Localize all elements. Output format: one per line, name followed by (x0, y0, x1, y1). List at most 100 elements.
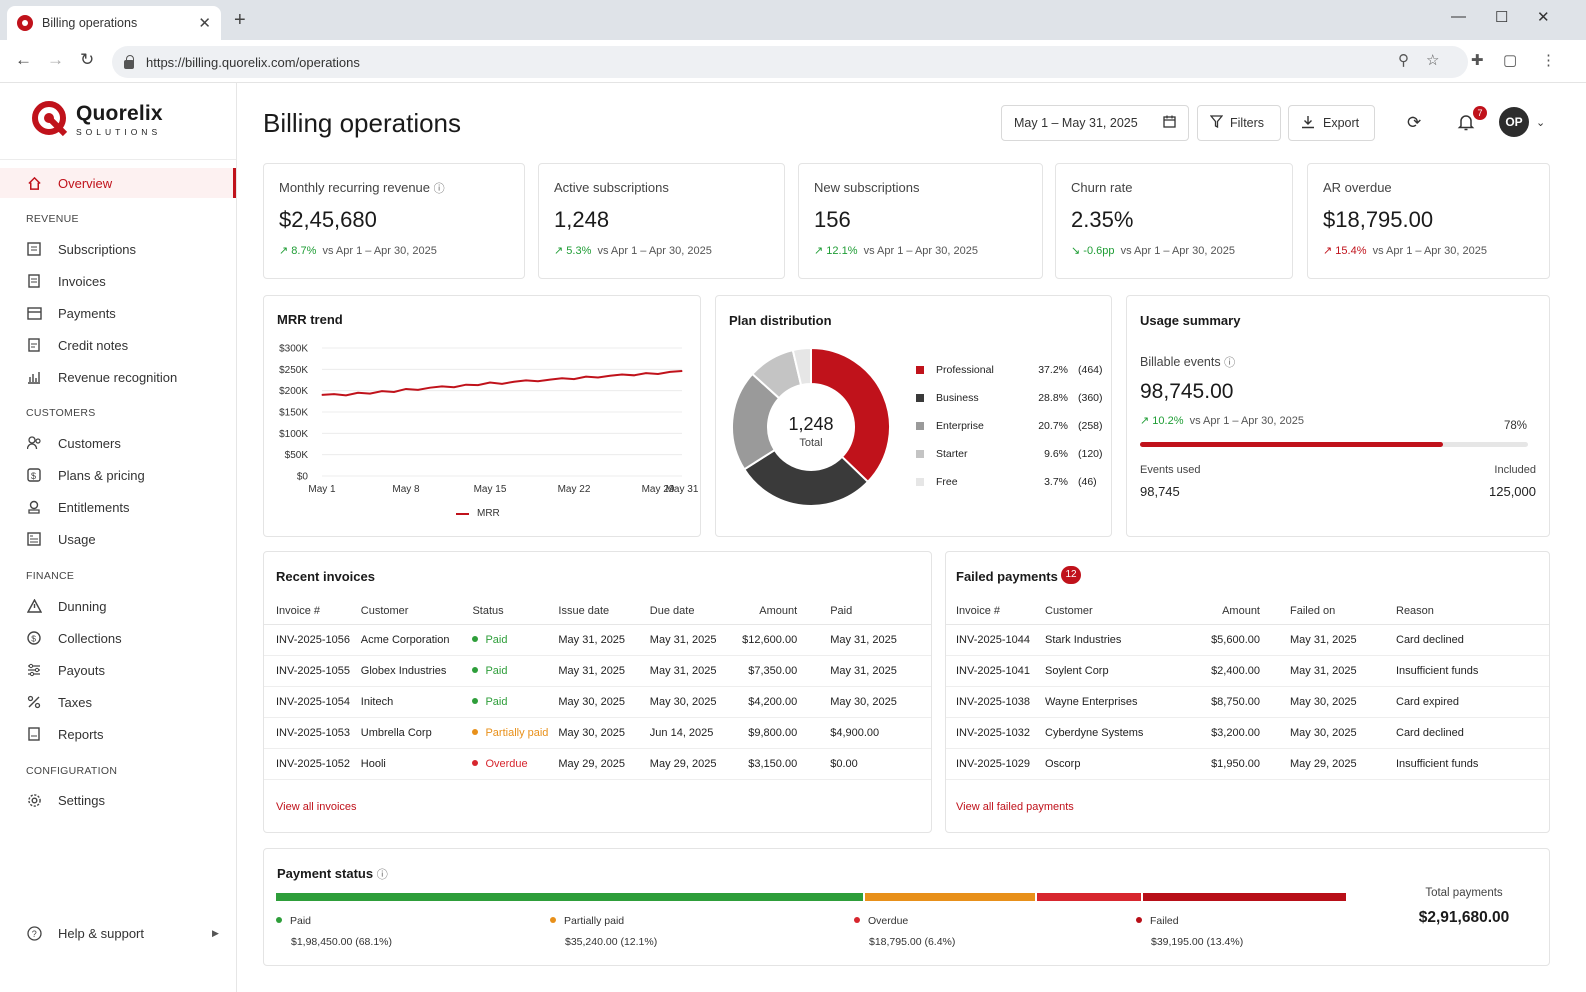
table-row[interactable]: INV-2025-1052 Hooli Overdue May 29, 2025 May… (264, 748, 931, 780)
minimize-icon[interactable]: — (1451, 8, 1466, 25)
help-support[interactable]: ? Help & support ▶ (0, 918, 236, 948)
sidebar-item-payments[interactable]: Payments (0, 298, 236, 328)
sidebar-item-taxes[interactable]: Taxes (0, 687, 236, 717)
column-header[interactable]: Issue date (558, 598, 650, 625)
status-badge: Overdue (485, 757, 528, 770)
reload-icon[interactable]: ↻ (80, 50, 94, 70)
status-segment-paid[interactable] (276, 893, 864, 901)
legend-item-professional[interactable]: Professional 37.2% (464) (916, 364, 1103, 376)
menu-icon[interactable]: ⋮ (1541, 51, 1556, 69)
percent-icon (26, 694, 42, 710)
brand-logo[interactable]: Quorelix SOLUTIONS (32, 101, 163, 137)
sidepanel-icon[interactable]: ▢ (1503, 51, 1517, 69)
browser-tab[interactable]: Billing operations ✕ (7, 6, 221, 40)
sidebar-item-customers[interactable]: Customers (0, 428, 236, 458)
table-row[interactable]: INV-2025-1054 Initech Paid May 30, 2025 May … (264, 686, 931, 718)
sidebar-item-entitlements[interactable]: Entitlements (0, 492, 236, 522)
close-window-icon[interactable]: ✕ (1537, 8, 1550, 26)
status-segment-overdue[interactable] (1036, 893, 1142, 901)
mrr-data-point (405, 388, 407, 390)
maximize-icon[interactable]: ☐ (1495, 8, 1508, 26)
legend-dot (854, 917, 860, 923)
sidebar-item-collections[interactable]: $ Collections (0, 623, 236, 653)
column-header[interactable]: Paid (830, 598, 931, 625)
column-header[interactable]: Status (472, 598, 559, 625)
legend-percent: 37.2% (1038, 364, 1068, 376)
sidebar-item-settings[interactable]: Settings (0, 785, 236, 815)
refresh-icon[interactable]: ⟳ (1407, 113, 1421, 133)
column-header[interactable]: Reason (1396, 598, 1549, 625)
translate-icon[interactable]: ⚲ (1398, 51, 1409, 69)
table-row[interactable]: INV-2025-1029 Oscorp $1,950.00 May 29, 2025… (946, 748, 1549, 780)
url-bar[interactable]: https://billing.quorelix.com/operations (112, 46, 1468, 78)
invoices-table: Invoice # Customer Status Issue date Due dat… (264, 598, 931, 780)
sidebar-item-revenue-recognition[interactable]: Revenue recognition (0, 362, 236, 392)
column-header[interactable]: Amount (742, 598, 831, 625)
column-header[interactable]: Due date (649, 598, 743, 625)
column-header[interactable]: Failed on (1290, 598, 1396, 625)
table-row[interactable]: INV-2025-1044 Stark Industries $5,600.00 Ma… (946, 624, 1549, 656)
bookmark-star-icon[interactable]: ☆ (1426, 51, 1439, 69)
table-cell: Umbrella Corp (360, 717, 473, 749)
back-icon[interactable]: ← (15, 50, 32, 70)
kpi-compare: vs Apr 1 – Apr 30, 2025 (863, 245, 978, 257)
info-icon[interactable]: ⓘ (1224, 357, 1235, 369)
status-segment-failed[interactable] (1143, 893, 1346, 901)
usage-icon (26, 531, 42, 547)
filters-button[interactable]: Filters (1197, 105, 1281, 141)
new-tab-icon[interactable]: + (234, 9, 246, 32)
kpi-change: ↗ 15.4% vs Apr 1 – Apr 30, 2025 (1323, 244, 1487, 257)
sidebar-item-subscriptions[interactable]: Subscriptions (0, 234, 236, 264)
legend-name: Free (936, 476, 958, 488)
sidebar-item-payouts[interactable]: Payouts (0, 655, 236, 685)
table-row[interactable]: INV-2025-1055 Globex Industries Paid May 31… (264, 655, 931, 687)
bell-icon[interactable] (1457, 113, 1475, 136)
column-header[interactable]: Customer (1045, 598, 1198, 625)
legend-item-free[interactable]: Free 3.7% (46) (916, 476, 1097, 488)
close-tab-icon[interactable]: ✕ (198, 14, 211, 32)
info-icon[interactable]: ⓘ (434, 183, 445, 195)
sidebar-item-dunning[interactable]: Dunning (0, 591, 236, 621)
status-dot (472, 759, 479, 766)
column-header[interactable]: Invoice # (264, 598, 361, 625)
column-header[interactable]: Amount (1198, 598, 1290, 625)
arrow-up-icon: ↗ (814, 245, 824, 257)
table-row[interactable]: INV-2025-1032 Cyberdyne Systems $3,200.00 M… (946, 717, 1549, 749)
sidebar-item-overview[interactable]: Overview (0, 168, 236, 198)
status-cell: Paid (472, 624, 559, 656)
info-icon[interactable]: ⓘ (377, 869, 388, 881)
column-header[interactable]: Invoice # (946, 598, 1045, 625)
table-row[interactable]: INV-2025-1041 Soylent Corp $2,400.00 May 31… (946, 655, 1549, 687)
table-cell: $1,950.00 (1198, 748, 1290, 780)
export-button[interactable]: Export (1288, 105, 1375, 141)
chevron-down-icon[interactable]: ⌄ (1536, 116, 1545, 129)
sidebar-item-label: Plans & pricing (58, 467, 145, 483)
view-all-failed-link[interactable]: View all failed payments (956, 801, 1074, 813)
status-segment-partially-paid[interactable] (865, 893, 1035, 901)
extensions-icon[interactable]: ✚ (1471, 51, 1484, 69)
sidebar-item-credit-notes[interactable]: Credit notes (0, 330, 236, 360)
table-row[interactable]: INV-2025-1038 Wayne Enterprises $8,750.00 M… (946, 686, 1549, 718)
mrr-data-point (465, 384, 467, 386)
sidebar-item-plans-pricing[interactable]: $ Plans & pricing (0, 460, 236, 490)
sidebar-item-label: Entitlements (58, 499, 130, 515)
view-all-invoices-link[interactable]: View all invoices (276, 801, 357, 813)
table-row[interactable]: INV-2025-1053 Umbrella Corp Partially paid… (264, 717, 931, 749)
forward-icon[interactable]: → (47, 50, 64, 70)
card-title: Usage summary (1140, 313, 1241, 328)
column-header[interactable]: Customer (360, 598, 473, 625)
x-tick-label: May 22 (558, 484, 591, 495)
table-row[interactable]: INV-2025-1056 Acme Corporation Paid May 31,… (264, 624, 931, 656)
date-range-picker[interactable]: May 1 – May 31, 2025 (1001, 105, 1189, 141)
mrr-data-point (513, 381, 515, 383)
legend-item-enterprise[interactable]: Enterprise 20.7% (258) (916, 420, 1103, 432)
avatar[interactable]: OP (1499, 107, 1529, 137)
sidebar-item-reports[interactable]: Reports (0, 719, 236, 749)
legend-item-business[interactable]: Business 28.8% (360) (916, 392, 1103, 404)
sidebar-item-usage[interactable]: Usage (0, 524, 236, 554)
legend-value: $1,98,450.00 (68.1%) (291, 936, 392, 948)
legend-dot (276, 917, 282, 923)
table-cell: Jun 14, 2025 (649, 717, 743, 749)
legend-item-starter[interactable]: Starter 9.6% (120) (916, 448, 1103, 460)
sidebar-item-invoices[interactable]: Invoices (0, 266, 236, 296)
